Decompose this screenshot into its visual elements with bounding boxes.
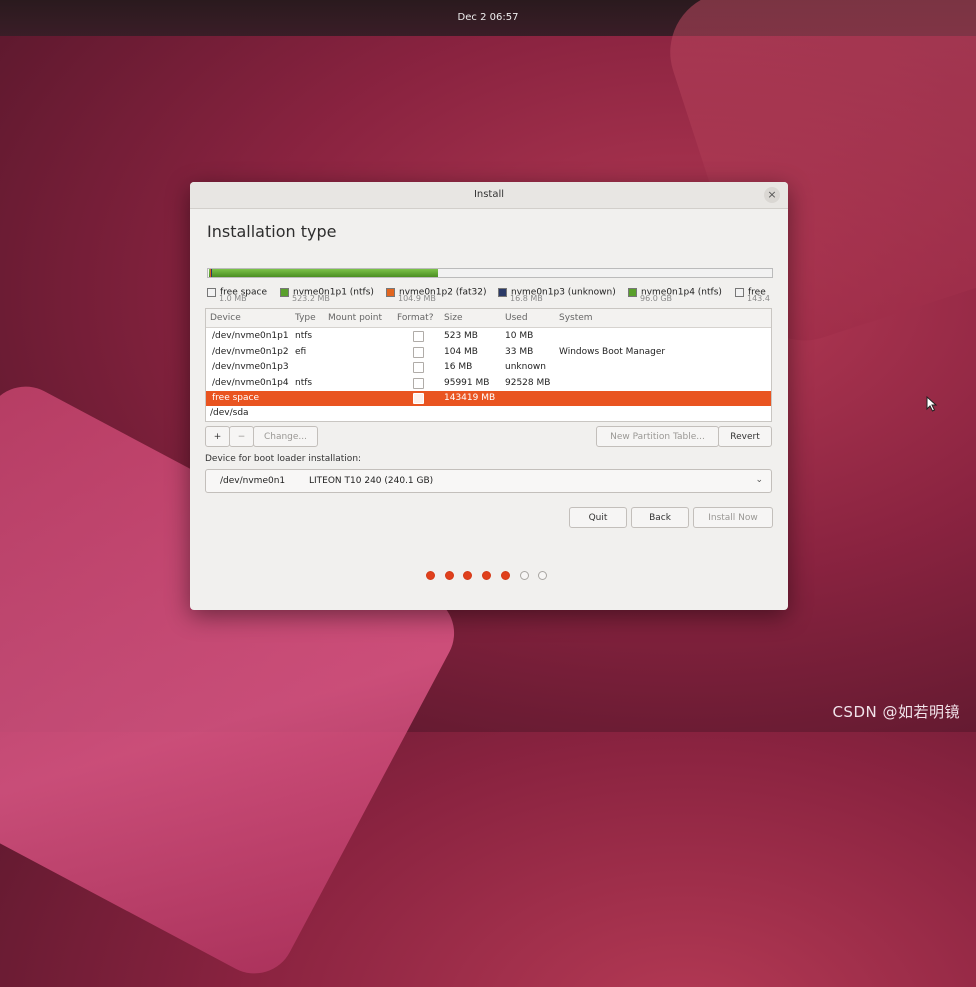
cell-device: /dev/nvme0n1p4 <box>212 377 289 388</box>
format-checkbox[interactable] <box>413 362 424 373</box>
cell-type: ntfs <box>295 331 313 341</box>
legend-swatch <box>735 288 744 297</box>
legend-item: free space 1.0 MB <box>207 282 267 303</box>
table-row[interactable]: free space 143419 MB <box>206 391 771 406</box>
install-now-button[interactable]: Install Now <box>693 507 773 528</box>
legend-size: 523.2 MB <box>292 294 330 303</box>
progress-dot <box>519 571 529 580</box>
install-dialog: Install × Installation type free space 1.… <box>190 182 788 610</box>
format-checkbox[interactable] <box>413 377 424 389</box>
legend-swatch <box>498 288 507 297</box>
cell-size: 143419 MB <box>444 393 496 403</box>
cell-used: 92528 MB <box>505 377 551 388</box>
progress-dot <box>426 571 435 580</box>
cell-device: free space <box>212 393 260 403</box>
device-group-sda[interactable]: /dev/sda <box>210 408 249 418</box>
cell-used: 33 MB <box>505 346 534 357</box>
legend-swatch <box>628 288 637 297</box>
add-partition-button[interactable]: + <box>205 426 230 447</box>
cell-size: 104 MB <box>444 346 478 357</box>
legend-size: 96.0 GB <box>640 294 673 303</box>
legend-size: 16.8 MB <box>510 294 543 303</box>
format-checkbox[interactable] <box>413 346 424 358</box>
cell-system: Windows Boot Manager <box>559 346 666 357</box>
table-row[interactable]: /dev/nvme0n1p1 ntfs 523 MB 10 MB <box>206 329 771 344</box>
change-partition-button[interactable]: Change... <box>253 426 318 447</box>
table-row[interactable]: /dev/nvme0n1p2 efi 104 MB 33 MB Windows Boot… <box>206 345 771 360</box>
quit-button[interactable]: Quit <box>569 507 627 528</box>
format-checkbox[interactable] <box>413 331 424 342</box>
cell-used: unknown <box>505 362 546 372</box>
partition-table[interactable]: Device Type Mount point Format? Size Use… <box>205 308 772 422</box>
column-header-system[interactable]: System <box>559 313 593 323</box>
legend-item: free 143.4 <box>735 282 770 303</box>
bootloader-label: Device for boot loader installation: <box>205 454 362 464</box>
column-header-used[interactable]: Used <box>505 313 528 323</box>
bootloader-device-select[interactable]: /dev/nvme0n1 LITEON T10 240 (240.1 GB) ⌄ <box>205 469 772 493</box>
usage-bar-segment <box>212 269 438 277</box>
table-row[interactable]: /dev/nvme0n1p4 ntfs 95991 MB 92528 MB <box>206 376 771 391</box>
cell-used: 10 MB <box>505 331 534 341</box>
cell-type: ntfs <box>295 377 313 388</box>
progress-dot <box>444 571 454 580</box>
column-header-type[interactable]: Type <box>295 313 316 323</box>
legend-item: nvme0n1p4 (ntfs) 96.0 GB <box>628 282 722 303</box>
legend-size: 1.0 MB <box>219 294 247 303</box>
progress-dot <box>538 571 548 580</box>
window-title: Install <box>473 189 505 200</box>
watermark: CSDN @如若明镜 <box>832 703 960 721</box>
disk-usage-bar <box>207 268 773 278</box>
revert-button[interactable]: Revert <box>718 426 772 447</box>
format-checkbox[interactable] <box>413 393 424 404</box>
legend-item: nvme0n1p1 (ntfs) 523.2 MB <box>280 282 374 303</box>
legend-item: nvme0n1p2 (fat32) 104.9 MB <box>386 282 486 303</box>
cell-type: efi <box>295 346 307 357</box>
cell-device: /dev/nvme0n1p2 <box>212 346 289 357</box>
legend-size: 104.9 MB <box>398 294 436 303</box>
remove-partition-button[interactable]: − <box>229 426 254 447</box>
mouse-cursor-icon <box>926 396 938 412</box>
column-header-mount[interactable]: Mount point <box>328 313 382 323</box>
cell-device: /dev/nvme0n1p1 <box>212 331 289 341</box>
page-title: Installation type <box>207 222 337 241</box>
close-icon[interactable]: × <box>764 187 780 203</box>
cell-size: 95991 MB <box>444 377 490 388</box>
bootloader-device-model: LITEON T10 240 (240.1 GB) <box>309 476 434 486</box>
cell-size: 16 MB <box>444 362 473 372</box>
legend-swatch <box>207 288 216 297</box>
cell-device: /dev/nvme0n1p3 <box>212 362 289 372</box>
progress-dot <box>463 571 473 580</box>
back-button[interactable]: Back <box>631 507 689 528</box>
legend-swatch <box>386 288 395 297</box>
progress-dot <box>500 571 510 580</box>
install-progress-dots <box>426 571 556 583</box>
legend-item: nvme0n1p3 (unknown) 16.8 MB <box>498 282 616 303</box>
table-header: Device Type Mount point Format? Size Use… <box>206 309 771 328</box>
column-header-device[interactable]: Device <box>210 313 241 323</box>
legend-swatch <box>280 288 289 297</box>
bootloader-device: /dev/nvme0n1 <box>220 476 286 486</box>
new-partition-table-button[interactable]: New Partition Table... <box>596 426 719 447</box>
table-row[interactable]: /dev/nvme0n1p3 16 MB unknown <box>206 360 771 375</box>
title-bar: Install × <box>190 182 788 209</box>
cell-size: 523 MB <box>444 331 478 341</box>
column-header-format[interactable]: Format? <box>397 313 434 323</box>
progress-dot <box>482 571 492 580</box>
legend-size: 143.4 <box>747 294 770 303</box>
usage-bar-segment <box>437 269 772 277</box>
partition-legend: free space 1.0 MB nvme0n1p1 (ntfs) 523.2 MB… <box>207 282 771 306</box>
chevron-down-icon: ⌄ <box>755 475 763 485</box>
column-header-size[interactable]: Size <box>444 313 462 323</box>
